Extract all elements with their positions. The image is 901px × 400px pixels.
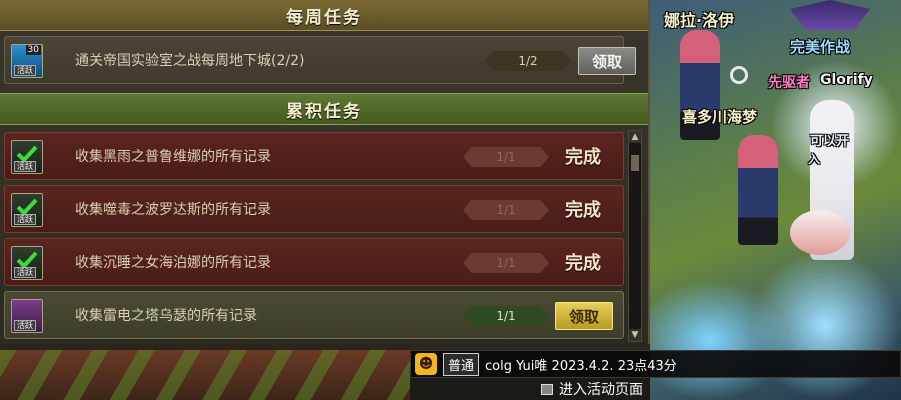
character-name: Glorify — [820, 72, 873, 88]
quest-description: 收集雷电之塔乌瑟的所有记录 — [75, 308, 257, 324]
quest-description: 收集黑雨之普鲁维娜的所有记录 — [75, 149, 271, 165]
quest-description: 收集沉睡之女海泊娜的所有记录 — [75, 255, 271, 271]
quest-list-scrollbar[interactable]: ▲ ▼ — [628, 130, 642, 342]
character-title: 先驱者 — [768, 75, 810, 91]
guild-title: 完美作战 — [790, 38, 851, 56]
guild-emblem-icon — [790, 0, 870, 30]
chat-bar: ☻ 普通 colg Yui唯 2023.4.2. 23点43分 — [410, 350, 901, 378]
quest-description: 收集噬毒之波罗达斯的所有记录 — [75, 202, 271, 218]
scroll-down-icon[interactable]: ▼ — [629, 329, 641, 341]
icon-tag: 活跃 — [14, 214, 36, 225]
accumulated-quests-header: 累积任务 — [0, 93, 648, 125]
quest-row: 活跃 收集噬毒之波罗达斯的所有记录 1/1 完成 — [4, 185, 624, 233]
character-name: 娜拉·洛伊 — [664, 11, 735, 30]
partial-scene-text: 可以开 — [810, 134, 850, 149]
scroll-thumb[interactable] — [631, 155, 639, 171]
weekly-quest-row: 30 活跃 通关帝国实验室之战每周地下城(2/2) 1/2 领取 — [4, 36, 636, 84]
quest-progress: 1/2 — [485, 51, 571, 71]
icon-tag: 活跃 — [14, 161, 36, 172]
quest-description: 通关帝国实验室之战每周地下城(2/2) — [75, 53, 305, 69]
completed-check-icon: 活跃 — [11, 246, 43, 280]
completed-check-icon: 活跃 — [11, 193, 43, 227]
quest-panel: 每周任务 30 活跃 通关帝国实验室之战每周地下城(2/2) 1/2 领取 累积… — [0, 0, 650, 350]
accumulated-header-label: 累积任务 — [286, 101, 362, 122]
icon-tag: 活跃 — [14, 267, 36, 278]
chat-message: colg Yui唯 2023.4.2. 23点43分 — [485, 358, 677, 374]
emoji-icon[interactable]: ☻ — [415, 353, 437, 375]
chat-channel-button[interactable]: 普通 — [443, 352, 480, 376]
quest-progress: 1/1 — [463, 253, 549, 273]
quest-row: 活跃 收集沉睡之女海泊娜的所有记录 1/1 完成 — [4, 238, 624, 286]
record-card-icon: 活跃 — [11, 299, 43, 333]
game-scene: 娜拉·洛伊 完美作战 先驱者 Glorify 喜多川海梦 可以开 入 — [650, 0, 901, 400]
player-character[interactable] — [738, 135, 778, 245]
weekly-quests-header: 每周任务 — [0, 0, 648, 31]
quest-status-complete: 完成 — [565, 253, 601, 274]
weekly-header-label: 每周任务 — [286, 7, 362, 28]
quest-status-complete: 完成 — [565, 147, 601, 168]
partial-scene-text: 入 — [808, 152, 821, 166]
activity-points-icon: 30 活跃 — [11, 44, 43, 78]
quest-status-complete: 完成 — [565, 200, 601, 221]
settings-gear-icon — [730, 66, 748, 84]
pet-creature[interactable] — [790, 210, 850, 255]
character-name: 喜多川海梦 — [682, 108, 758, 126]
quest-progress: 1/1 — [463, 306, 549, 326]
quest-row: 活跃 收集雷电之塔乌瑟的所有记录 1/1 领取 — [4, 291, 624, 339]
icon-tag: 活跃 — [14, 320, 36, 331]
completed-check-icon: 活跃 — [11, 140, 43, 174]
icon-badge-number: 30 — [25, 45, 41, 55]
icon-tag: 活跃 — [14, 65, 36, 76]
background-foliage — [0, 350, 410, 400]
claim-button[interactable]: 领取 — [578, 47, 636, 75]
scroll-up-icon[interactable]: ▲ — [629, 131, 641, 143]
quest-progress: 1/1 — [463, 147, 549, 167]
claim-button[interactable]: 领取 — [555, 302, 613, 330]
activity-link-label[interactable]: 进入活动页面 — [559, 379, 643, 399]
page-icon — [541, 383, 553, 395]
quest-progress: 1/1 — [463, 200, 549, 220]
quest-row: 活跃 收集黑雨之普鲁维娜的所有记录 1/1 完成 — [4, 132, 624, 180]
activity-page-link[interactable]: 进入活动页面 — [541, 379, 643, 399]
